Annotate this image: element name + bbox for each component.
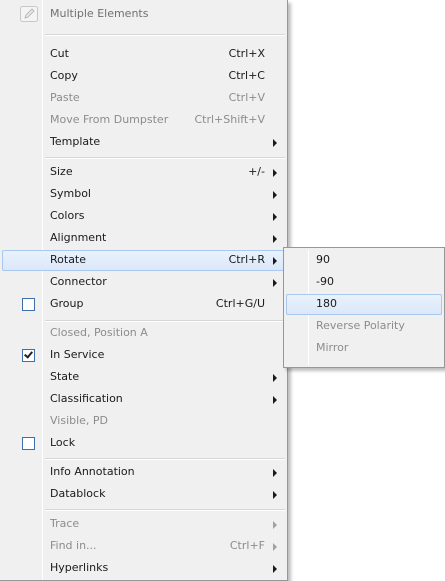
submenu-arrow-icon xyxy=(273,169,277,177)
in-service-checkbox[interactable] xyxy=(22,349,35,362)
submenu-arrow-icon xyxy=(273,374,277,382)
submenu-arrow-icon xyxy=(273,543,277,551)
menu-item-trace[interactable]: Trace xyxy=(2,514,285,535)
menu-item-template[interactable]: Template xyxy=(2,132,285,153)
context-menu: Multiple Elements Cut Ctrl+X Copy Ctrl+C… xyxy=(0,0,288,581)
menu-item-label: Group xyxy=(50,297,84,310)
submenu-arrow-icon xyxy=(273,279,277,287)
menu-item-label: Colors xyxy=(50,209,85,222)
menu-item-lock[interactable]: Lock xyxy=(2,433,285,454)
lock-checkbox[interactable] xyxy=(22,437,35,450)
submenu-item-label: 180 xyxy=(316,297,337,310)
menu-header: Multiple Elements xyxy=(2,1,285,25)
menu-item-label: State xyxy=(50,370,80,383)
submenu-item-label: Mirror xyxy=(316,341,349,354)
menu-item-closed-position[interactable]: Closed, Position A xyxy=(2,323,285,344)
menu-item-label: Visible, PD xyxy=(50,414,109,427)
submenu-item-label: -90 xyxy=(316,275,334,288)
checkmark-icon xyxy=(24,349,33,359)
submenu-arrow-icon xyxy=(273,191,277,199)
menu-item-label: Connector xyxy=(50,275,107,288)
submenu-item-label: 90 xyxy=(316,253,330,266)
menu-item-copy[interactable]: Copy Ctrl+C xyxy=(2,66,285,87)
group-checkbox[interactable] xyxy=(22,298,35,311)
menu-item-label: Closed, Position A xyxy=(50,326,148,339)
submenu-arrow-icon xyxy=(273,396,277,404)
menu-item-label: Find in... xyxy=(50,539,97,552)
menu-item-label: Hyperlinks xyxy=(50,561,109,574)
menu-item-shortcut: Ctrl+G/U xyxy=(215,297,265,310)
menu-item-label: Alignment xyxy=(50,231,107,244)
menu-item-size[interactable]: Size +/- xyxy=(2,162,285,183)
rotate-option-mirror[interactable]: Mirror xyxy=(286,338,442,359)
menu-item-shortcut: Ctrl+C xyxy=(228,69,265,82)
menu-item-label: In Service xyxy=(50,348,105,361)
edit-pencil-icon xyxy=(20,6,38,22)
menu-item-shortcut: Ctrl+V xyxy=(228,91,265,104)
submenu-arrow-icon xyxy=(273,469,277,477)
menu-item-shortcut: Ctrl+X xyxy=(228,47,265,60)
menu-item-move-from-dumpster[interactable]: Move From Dumpster Ctrl+Shift+V xyxy=(2,110,285,131)
menu-item-visible-pd[interactable]: Visible, PD xyxy=(2,411,285,432)
menu-item-label: Paste xyxy=(50,91,80,104)
menu-item-info-annotation[interactable]: Info Annotation xyxy=(2,462,285,483)
submenu-arrow-icon xyxy=(273,235,277,243)
menu-item-colors[interactable]: Colors xyxy=(2,206,285,227)
menu-item-label: Lock xyxy=(50,436,76,449)
separator xyxy=(45,320,285,322)
menu-item-classification[interactable]: Classification xyxy=(2,389,285,410)
separator xyxy=(45,458,285,460)
submenu-arrow-icon xyxy=(273,213,277,221)
menu-item-state[interactable]: State xyxy=(2,367,285,388)
submenu-arrow-icon xyxy=(273,257,277,265)
menu-item-label: Trace xyxy=(50,517,80,530)
menu-item-cut[interactable]: Cut Ctrl+X xyxy=(2,44,285,65)
menu-item-rotate[interactable]: Rotate Ctrl+R xyxy=(2,250,285,271)
menu-item-label: Template xyxy=(50,135,101,148)
submenu-item-label: Reverse Polarity xyxy=(316,319,405,332)
menu-item-label: Rotate xyxy=(50,253,87,266)
menu-item-label: Size xyxy=(50,165,73,178)
menu-item-symbol[interactable]: Symbol xyxy=(2,184,285,205)
menu-item-label: Symbol xyxy=(50,187,91,200)
submenu-arrow-icon xyxy=(273,139,277,147)
rotate-option-90[interactable]: 90 xyxy=(286,250,442,271)
menu-item-label: Copy xyxy=(50,69,78,82)
menu-header-label: Multiple Elements xyxy=(50,7,149,20)
submenu-arrow-icon xyxy=(273,565,277,573)
menu-item-shortcut: +/- xyxy=(248,165,265,178)
menu-item-hyperlinks[interactable]: Hyperlinks xyxy=(2,558,285,579)
menu-item-find-in[interactable]: Find in... Ctrl+F xyxy=(2,536,285,557)
menu-item-alignment[interactable]: Alignment xyxy=(2,228,285,249)
menu-item-group[interactable]: Group Ctrl+G/U xyxy=(2,294,285,315)
menu-item-label: Info Annotation xyxy=(50,465,135,478)
menu-item-shortcut: Ctrl+R xyxy=(228,253,265,266)
menu-item-shortcut: Ctrl+Shift+V xyxy=(194,113,265,126)
rotate-submenu: 90 -90 180 Reverse Polarity Mirror xyxy=(283,247,445,368)
menu-item-label: Cut xyxy=(50,47,69,60)
separator xyxy=(45,157,285,159)
menu-item-shortcut: Ctrl+F xyxy=(229,539,265,552)
menu-item-label: Datablock xyxy=(50,487,106,500)
menu-item-label: Move From Dumpster xyxy=(50,113,169,126)
menu-item-label: Classification xyxy=(50,392,123,405)
submenu-arrow-icon xyxy=(273,491,277,499)
rotate-option-180[interactable]: 180 xyxy=(286,294,442,315)
rotate-option-reverse-polarity[interactable]: Reverse Polarity xyxy=(286,316,442,337)
menu-item-in-service[interactable]: In Service xyxy=(2,345,285,366)
menu-item-connector[interactable]: Connector xyxy=(2,272,285,293)
menu-item-paste[interactable]: Paste Ctrl+V xyxy=(2,88,285,109)
separator xyxy=(45,34,285,36)
menu-item-datablock[interactable]: Datablock xyxy=(2,484,285,505)
rotate-option-neg90[interactable]: -90 xyxy=(286,272,442,293)
separator xyxy=(45,509,285,511)
submenu-arrow-icon xyxy=(273,521,277,529)
